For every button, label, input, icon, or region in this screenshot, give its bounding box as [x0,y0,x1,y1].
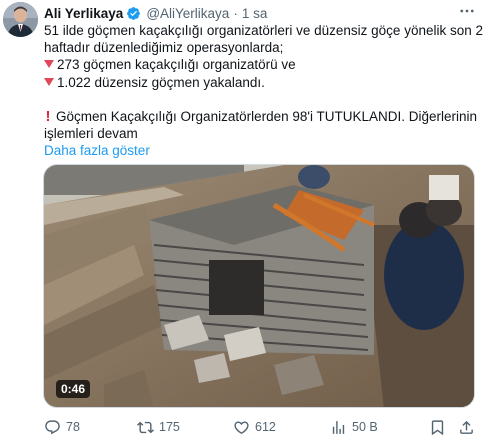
bullet-text: 1.022 düzensiz göçmen yakalandı. [57,74,265,90]
reply-icon [45,419,60,434]
retweet-button[interactable]: 175 [137,419,180,436]
text-content: Göçmen Kaçakçılığı Organizatörlerden 98'… [56,108,477,124]
avatar[interactable] [3,2,38,37]
retweet-icon [137,421,154,433]
show-more-link[interactable]: Daha fazla göster [44,142,480,159]
text-line: haftadır düzenlediğimiz operasyonlarda; [44,40,284,56]
bullet-line: 273 göçmen kaçakçılığı organizatörü ve [44,56,480,73]
verified-badge-icon [126,6,141,21]
red-triangle-icon [44,77,54,86]
separator: · [233,5,238,21]
tweet-text: 51 ilde göçmen kaçakçılığı organizatörle… [44,22,483,159]
views-icon [332,420,345,434]
text-line: işlemleri devam [44,126,138,142]
like-button[interactable]: 612 [233,419,276,436]
share-icon [460,420,473,434]
like-count: 612 [255,420,276,434]
text-line: ! Göçmen Kaçakçılığı Organizatörlerden 98… [44,108,480,125]
author-handle[interactable]: @AliYerlikaya [146,6,229,21]
bullet-text: 273 göçmen kaçakçılığı organizatörü ve [57,57,296,73]
retweet-count: 175 [159,420,180,434]
views-button[interactable]: 50 B [330,419,378,436]
action-bar: 78 175 612 50 B [40,416,480,438]
video-player[interactable] [43,164,475,408]
author-name[interactable]: Ali Yerlikaya [44,6,123,21]
timestamp[interactable]: 1 sa [242,6,268,21]
red-triangle-icon [44,60,54,69]
video-duration-badge: 0:46 [56,380,91,398]
text-line: 51 ilde göçmen kaçakçılığı organizatörle… [44,23,483,38]
bookmark-icon [431,419,444,435]
like-icon [234,420,249,434]
reply-button[interactable]: 78 [44,419,80,436]
views-count: 50 B [352,420,378,434]
share-button[interactable] [458,419,480,436]
more-icon[interactable] [456,2,478,20]
tweet-header: Ali Yerlikaya @AliYerlikaya · 1 sa [44,4,267,22]
exclamation-icon: ! [45,107,51,125]
reply-count: 78 [66,420,80,434]
bullet-line: 1.022 düzensiz göçmen yakalandı. [44,74,480,91]
tweet[interactable]: Ali Yerlikaya @AliYerlikaya · 1 sa 51 il… [0,0,488,448]
bookmark-button[interactable] [429,419,451,436]
video-thumbnail [44,165,474,407]
